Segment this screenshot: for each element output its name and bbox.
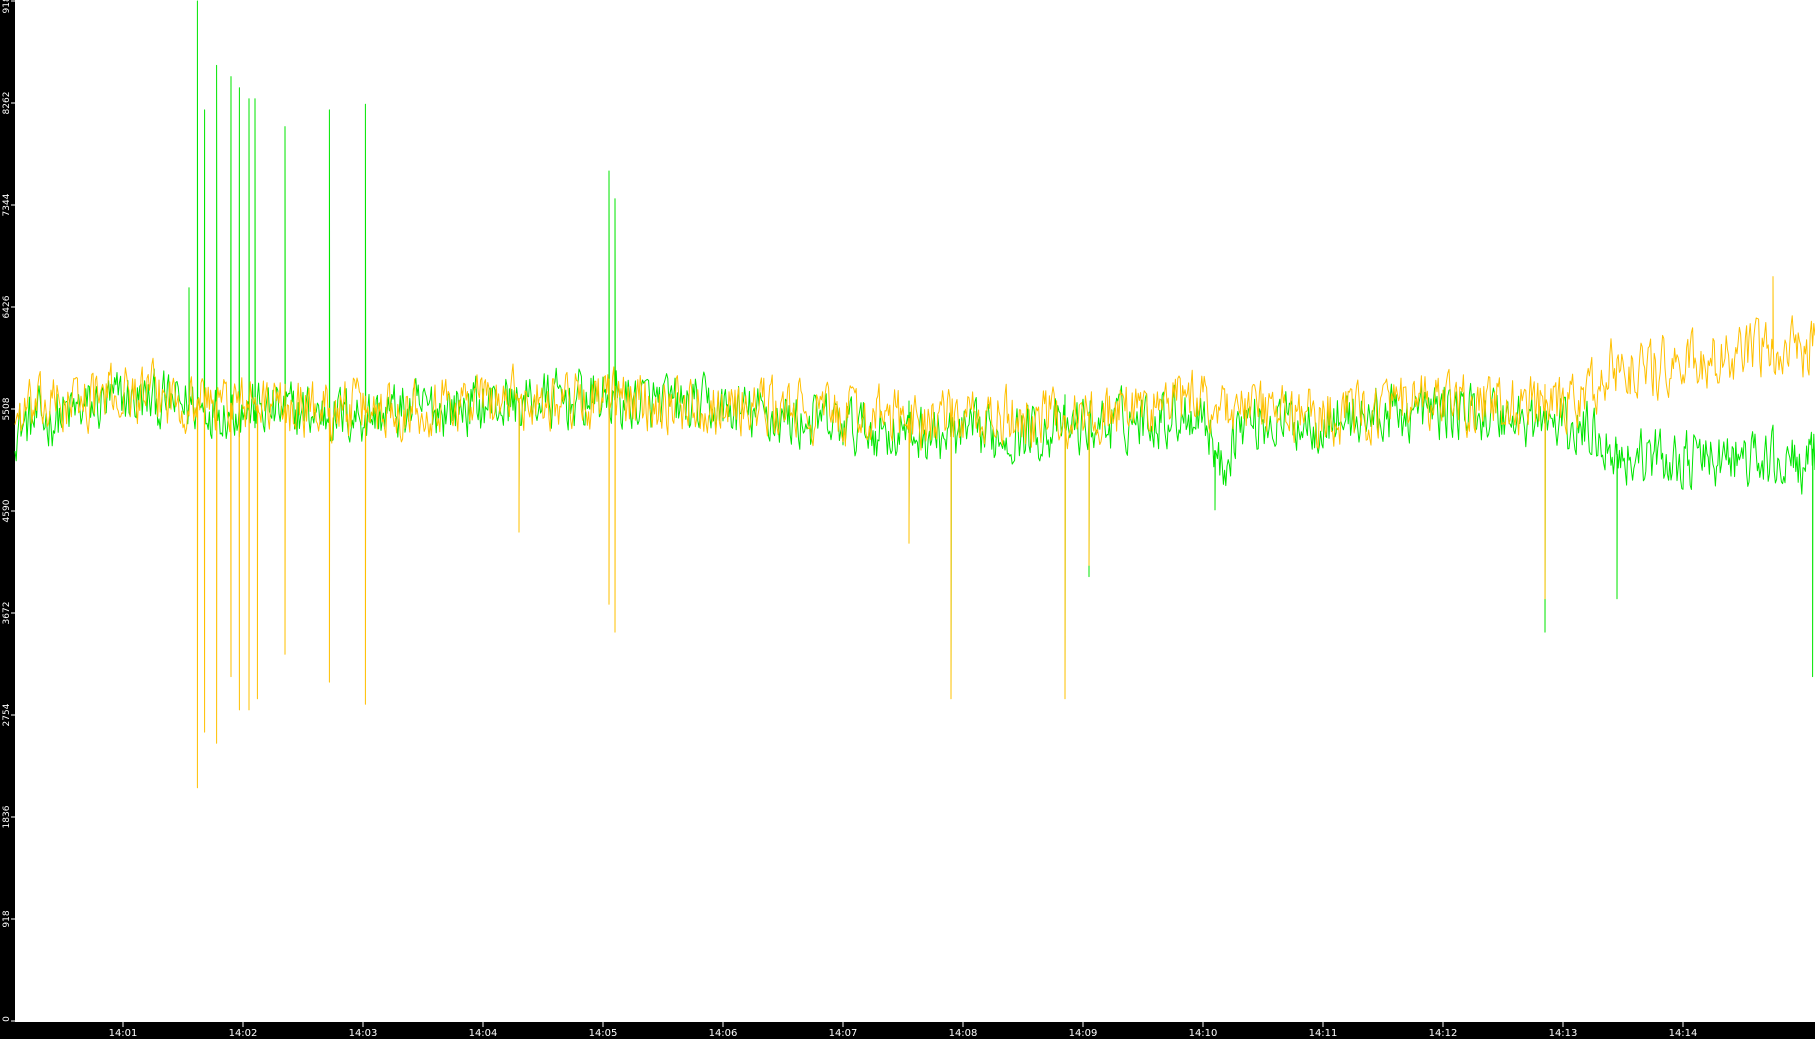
y-axis: 0 918 1836 2754 3672 4590 5508 6426 7344 8262 9180	[2, 0, 15, 1022]
time-series-chart: 0 918 1836 2754 3672 4590 5508 6426 7344 8262 9180…	[2, 0, 1815, 1039]
x-tick-label: 14:14	[1669, 1028, 1698, 1039]
x-tick-label: 14:03	[349, 1028, 378, 1039]
x-tick-label: 14:13	[1549, 1028, 1578, 1039]
y-tick-label: 6426	[2, 295, 12, 318]
y-tick-label: 0	[2, 1016, 12, 1022]
x-tick-label: 14:09	[1069, 1028, 1098, 1039]
x-tick-label: 14:12	[1429, 1028, 1458, 1039]
chart-panel: 0 918 1836 2754 3672 4590 5508 6426 7344 8262 9180…	[0, 0, 1815, 1039]
y-tick-label: 8262	[2, 92, 12, 115]
y-tick-label: 1836	[2, 805, 12, 828]
x-tick-label: 14:07	[829, 1028, 858, 1039]
x-axis: 14:01 14:02 14:03 14:04 14:05 14:06 14:07 14:08…	[109, 1022, 1698, 1039]
x-tick-label: 14:02	[229, 1028, 258, 1039]
x-tick-label: 14:11	[1309, 1028, 1338, 1039]
x-tick-label: 14:05	[589, 1028, 618, 1039]
y-tick-label: 918	[2, 910, 12, 927]
x-tick-label: 14:08	[949, 1028, 978, 1039]
y-tick-label: 2754	[2, 703, 12, 726]
x-tick-label: 14:01	[109, 1028, 138, 1039]
y-tick-label: 5508	[2, 397, 12, 420]
x-tick-label: 14:06	[709, 1028, 738, 1039]
y-tick-label: 4590	[2, 499, 12, 522]
y-tick-label: 7344	[2, 193, 12, 216]
y-tick-label: 9180	[2, 0, 12, 13]
x-tick-label: 14:04	[469, 1028, 498, 1039]
x-tick-label: 14:10	[1189, 1028, 1218, 1039]
y-tick-label: 3672	[2, 602, 12, 625]
